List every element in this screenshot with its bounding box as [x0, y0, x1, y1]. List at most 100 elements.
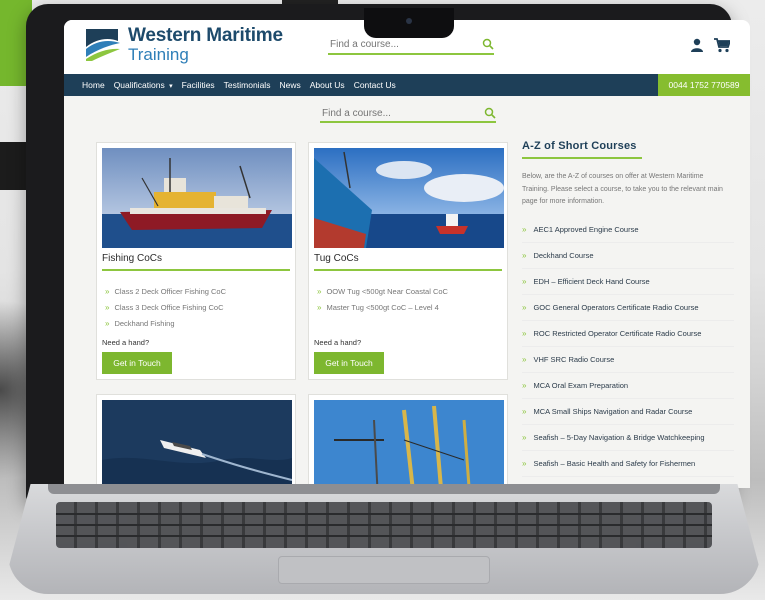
- card-course-link[interactable]: » Class 2 Deck Officer Fishing CoC: [105, 283, 226, 299]
- sidebar-course-link[interactable]: » ROC Restricted Operator Certificate Rad…: [522, 321, 734, 347]
- course-card-powerboat: [96, 394, 296, 488]
- chevron-right-icon: »: [522, 276, 527, 286]
- trawler-mast-image[interactable]: [314, 400, 504, 488]
- sidebar-course-link[interactable]: » Seafish – 5-Day Navigation & Bridge Wat…: [522, 425, 734, 451]
- sidebar-course-link[interactable]: » MCA Small Ships Navigation and Radar Co…: [522, 399, 734, 425]
- chevron-right-icon: »: [522, 380, 527, 390]
- main-search-input[interactable]: [320, 107, 484, 119]
- get-in-touch-button[interactable]: Get in Touch: [314, 352, 384, 374]
- fishing-vessel-image[interactable]: [102, 148, 292, 248]
- course-card-tug: Tug CoCs » OOW Tug <500gt Near Coastal Co…: [308, 142, 508, 380]
- sidebar-course-link[interactable]: » AEC1 Approved Engine Course: [522, 217, 734, 243]
- chevron-right-icon: »: [522, 250, 527, 260]
- nav-home[interactable]: Home: [82, 80, 105, 90]
- chevron-right-icon: »: [317, 302, 322, 312]
- sidebar-course-link[interactable]: » MCA Oral Exam Preparation: [522, 373, 734, 399]
- sidebar-course-link[interactable]: » GOC General Operators Certificate Radio…: [522, 295, 734, 321]
- sidebar-course-label: ROC Restricted Operator Certificate Radi…: [533, 328, 702, 338]
- nav-qualifications-label: Qualifications: [113, 80, 165, 90]
- tug-vessel-image[interactable]: [314, 148, 504, 248]
- user-icon[interactable]: [690, 38, 704, 52]
- nav-about-us[interactable]: About Us: [310, 80, 345, 90]
- card-course-label: Class 2 Deck Officer Fishing CoC: [114, 286, 227, 296]
- card-course-label: Master Tug <500gt CoC – Level 4: [326, 302, 439, 312]
- logo-subname: Training: [128, 45, 189, 64]
- need-help-text: Need a hand?: [314, 338, 362, 347]
- sidebar-course-label: Deckhand Course: [533, 250, 594, 260]
- card-course-label: Class 3 Deck Office Fishing CoC: [114, 302, 224, 312]
- search-icon[interactable]: [484, 107, 496, 119]
- site-logo[interactable]: Western Maritime Training: [84, 26, 283, 63]
- sidebar-course-label: MCA Small Ships Navigation and Radar Cou…: [533, 406, 693, 416]
- laptop-screen: Western Maritime Training Find a course.…: [64, 20, 750, 488]
- course-card-fishing: Fishing CoCs » Class 2 Deck Officer Fishi…: [96, 142, 296, 380]
- card-title[interactable]: Tug CoCs: [314, 253, 359, 264]
- nav-testimonials[interactable]: Testimonials: [224, 80, 271, 90]
- logo-wave-icon: [86, 28, 120, 61]
- card-course-list: » Class 2 Deck Officer Fishing CoC » Class…: [105, 283, 226, 331]
- camera-lens: [406, 18, 412, 24]
- sidebar-course-label: EDH – Efficient Deck Hand Course: [533, 276, 650, 286]
- card-course-label: Deckhand Fishing: [114, 318, 175, 328]
- card-title-underline: [102, 269, 290, 271]
- get-in-touch-button[interactable]: Get in Touch: [102, 352, 172, 374]
- sidebar-course-link[interactable]: » EDH – Efficient Deck Hand Course: [522, 269, 734, 295]
- card-title-underline: [314, 269, 502, 271]
- card-course-link[interactable]: » Deckhand Fishing: [105, 315, 226, 331]
- nav-qualifications[interactable]: Qualifications ▾: [114, 80, 173, 90]
- chevron-right-icon: »: [522, 458, 527, 468]
- sidebar-course-link[interactable]: » Deckhand Course: [522, 243, 734, 269]
- chevron-right-icon: »: [105, 302, 110, 312]
- card-course-list: » OOW Tug <500gt Near Coastal CoC » Master…: [317, 283, 448, 315]
- card-course-label: OOW Tug <500gt Near Coastal CoC: [326, 286, 448, 296]
- nav-news[interactable]: News: [279, 80, 300, 90]
- course-card-trawler: [308, 394, 508, 488]
- header-search: [328, 35, 494, 55]
- chevron-down-icon: ▾: [169, 83, 173, 90]
- laptop-trackpad: [278, 556, 490, 584]
- card-course-link[interactable]: » Master Tug <500gt CoC – Level 4: [317, 299, 448, 315]
- powerboat-image[interactable]: [102, 400, 292, 488]
- sidebar-title: A-Z of Short Courses: [522, 140, 637, 152]
- sidebar-course-link[interactable]: » Seafish – Basic Health and Safety for F…: [522, 451, 734, 477]
- search-icon[interactable]: [482, 38, 494, 50]
- sidebar-description: Below, are the A-Z of courses on offer a…: [522, 173, 723, 205]
- cart-icon[interactable]: [714, 37, 730, 53]
- laptop-lid: Western Maritime Training Find a course.…: [26, 4, 750, 502]
- sidebar-course-link[interactable]: » VHF SRC Radio Course: [522, 347, 734, 373]
- header-search-input[interactable]: [328, 38, 482, 50]
- nav-facilities[interactable]: Facilities: [182, 80, 215, 90]
- sidebar-course-label: AEC1 Approved Engine Course: [533, 224, 639, 234]
- keyboard-row-divider: [56, 535, 712, 537]
- laptop-base: [8, 484, 760, 594]
- sidebar-course-label: MCA Oral Exam Preparation: [533, 380, 629, 390]
- keyboard-row-divider: [56, 513, 712, 515]
- logo-name: Western Maritime: [128, 25, 283, 46]
- sidebar-title-underline: [522, 157, 642, 159]
- chevron-right-icon: »: [522, 328, 527, 338]
- card-title[interactable]: Fishing CoCs: [102, 253, 162, 264]
- chevron-right-icon: »: [105, 318, 110, 328]
- keyboard-row-divider: [56, 524, 712, 526]
- sidebar-course-list: » AEC1 Approved Engine Course » Deckhand C…: [522, 217, 734, 477]
- need-help-text: Need a hand?: [102, 338, 150, 347]
- chevron-right-icon: »: [522, 432, 527, 442]
- phone-number[interactable]: 0044 1752 770589: [658, 74, 750, 96]
- chevron-right-icon: »: [522, 354, 527, 364]
- chevron-right-icon: »: [522, 224, 527, 234]
- az-courses-sidebar: A-Z of Short Courses Below, are the A-Z …: [522, 140, 734, 477]
- nav-contact-us[interactable]: Contact Us: [354, 80, 396, 90]
- sidebar-course-label: VHF SRC Radio Course: [533, 354, 615, 364]
- sidebar-course-label: Seafish – Basic Health and Safety for Fi…: [533, 458, 696, 468]
- card-course-link[interactable]: » OOW Tug <500gt Near Coastal CoC: [317, 283, 448, 299]
- chevron-right-icon: »: [317, 286, 322, 296]
- chevron-right-icon: »: [105, 286, 110, 296]
- laptop-hinge: [48, 484, 720, 494]
- main-navigation: Home Qualifications ▾ Facilities Testimo…: [64, 74, 750, 96]
- card-course-link[interactable]: » Class 3 Deck Office Fishing CoC: [105, 299, 226, 315]
- main-search: [320, 105, 496, 123]
- sidebar-course-label: GOC General Operators Certificate Radio …: [533, 302, 699, 312]
- sidebar-course-label: Seafish – 5-Day Navigation & Bridge Watc…: [533, 432, 705, 442]
- chevron-right-icon: »: [522, 406, 527, 416]
- chevron-right-icon: »: [522, 302, 527, 312]
